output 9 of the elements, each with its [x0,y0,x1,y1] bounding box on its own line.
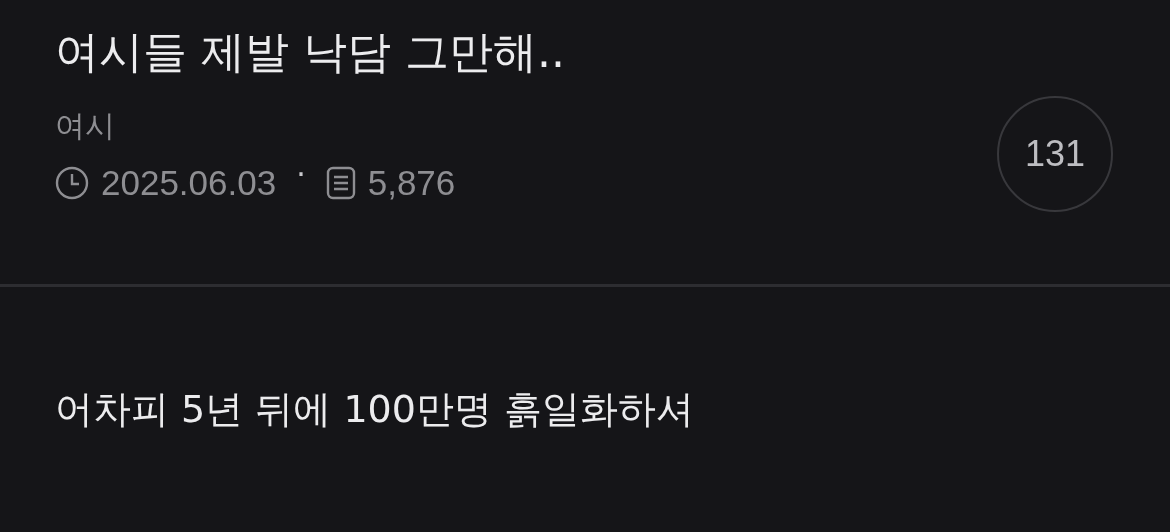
author-name[interactable]: 여시 [55,101,115,151]
separator: · [296,160,306,190]
clock-icon [55,166,89,200]
comment-count-button[interactable]: 131 [997,96,1113,212]
document-icon [325,166,356,200]
view-count: 5,876 [367,162,456,204]
post-date: 2025.06.03 [101,162,277,204]
post-title: 여시들 제발 낙담 그만해.. [55,25,566,79]
post-body-text: 어차피 5년 뒤에 100만명 흙일화하셔 [55,386,696,433]
